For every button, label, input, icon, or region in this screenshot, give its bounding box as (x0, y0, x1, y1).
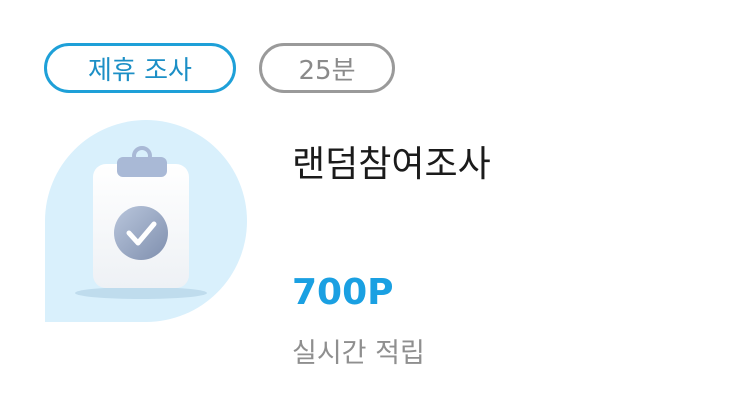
partner-survey-tag-label: 제휴 조사 (88, 55, 192, 86)
clipboard-check-icon (75, 146, 207, 299)
duration-tag: 25분 (259, 43, 395, 93)
reward-points: 700P (292, 272, 394, 313)
partner-survey-tag: 제휴 조사 (44, 43, 236, 93)
survey-title: 랜덤참여조사 (292, 144, 491, 185)
survey-card[interactable]: 제휴 조사 25분 랜덤참여조사 700P 실시간 적립 (0, 0, 735, 412)
reward-note: 실시간 적립 (292, 338, 425, 369)
survey-thumbnail (45, 120, 247, 322)
duration-tag-label: 25분 (298, 55, 356, 86)
